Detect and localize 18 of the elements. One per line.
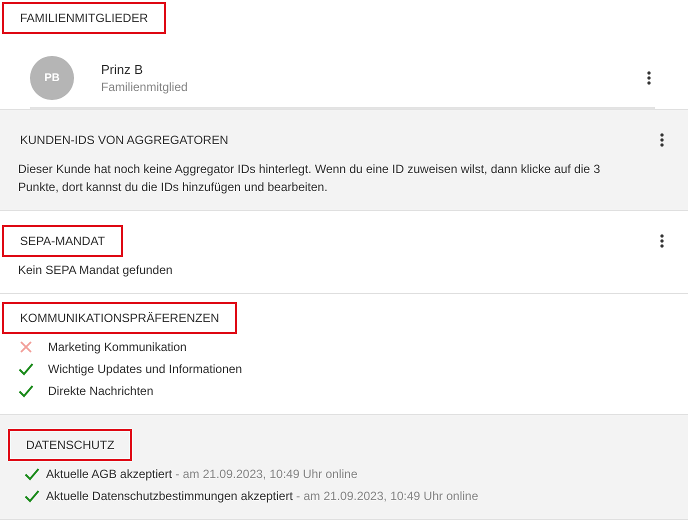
more-icon [647, 71, 651, 85]
section-heading: FAMILIENMITGLIEDER [2, 2, 166, 34]
section-text: Kein SEPA Mandat gefunden [18, 262, 174, 279]
section-heading: KOMMUNIKATIONSPRÄFERENZEN [2, 302, 238, 334]
member-role: Familienmitglied [101, 80, 189, 94]
section-heading: KUNDEN-IDS VON AGGREGATOREN [19, 132, 230, 149]
section-heading: DATENSCHUTZ [8, 429, 132, 461]
section-heading: SEPA-MANDAT [2, 225, 123, 257]
preference-label: Wichtige Updates und Informationen [48, 361, 242, 378]
section-text: Dieser Kunde hat noch keine Aggregator IDs hinterlegt. Wenn du eine ID zuweisen wilst, dann klicke auf die 3 Punkte, dort kannst du die IDs hinzufügen und bearbeiten. [18, 161, 602, 196]
preference-label: Aktuelle Datenschutzbestimmungen akzeptiert - am 21.09.2023, 10:49 Uhr online [46, 488, 478, 505]
member-name: Prinz B [101, 62, 144, 77]
more-icon [660, 133, 664, 147]
preference-label: Marketing Kommunikation [48, 339, 187, 356]
more-icon [660, 234, 664, 248]
preference-label: Aktuelle AGB akzeptiert - am 21.09.2023, 10:49 Uhr online [46, 466, 358, 483]
preference-label: Direkte Nachrichten [48, 383, 154, 400]
avatar: PB [30, 56, 74, 100]
